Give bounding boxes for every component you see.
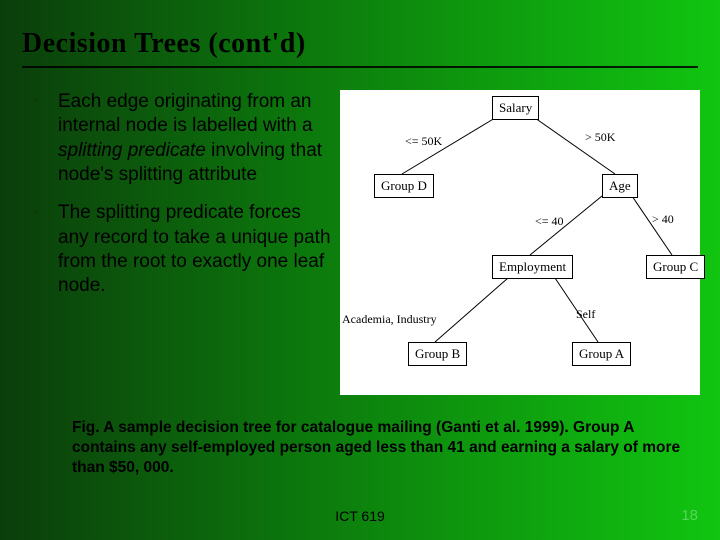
- bullet-text: Each edge originating from an internal n…: [58, 91, 313, 136]
- node-group-a: Group A: [572, 342, 631, 366]
- slide-body: Each edge originating from an internal n…: [0, 68, 720, 395]
- decision-tree-figure: Salary <= 50K > 50K Group D Age <= 40 > …: [340, 90, 700, 395]
- slide: Decision Trees (cont'd) Each edge origin…: [0, 0, 720, 540]
- edge-label-academia: Academia, Industry: [342, 312, 437, 327]
- edge-label-le40: <= 40: [535, 214, 564, 229]
- node-group-c: Group C: [646, 255, 705, 279]
- bullet-text: The splitting predicate forces any recor…: [58, 202, 331, 296]
- node-age: Age: [602, 174, 638, 198]
- title-rule: [22, 66, 698, 68]
- node-employment: Employment: [492, 255, 573, 279]
- edge-label-gt50k: > 50K: [585, 130, 615, 145]
- node-group-d: Group D: [374, 174, 434, 198]
- bullet-item: Each edge originating from an internal n…: [24, 90, 332, 201]
- edge-label-self: Self: [576, 307, 595, 322]
- tree-edges: [340, 90, 700, 395]
- slide-number: 18: [681, 507, 698, 524]
- footer-center: ICT 619: [0, 508, 720, 524]
- node-salary: Salary: [492, 96, 539, 120]
- bullet-list: Each edge originating from an internal n…: [24, 90, 332, 395]
- edge-label-le50k: <= 50K: [405, 134, 442, 149]
- edge-label-gt40: > 40: [652, 212, 674, 227]
- figure-caption: Fig. A sample decision tree for catalogu…: [72, 418, 690, 478]
- bullet-item: The splitting predicate forces any recor…: [24, 201, 332, 312]
- slide-title: Decision Trees (cont'd): [0, 0, 720, 60]
- node-group-b: Group B: [408, 342, 467, 366]
- bullet-em: splitting predicate: [58, 140, 206, 161]
